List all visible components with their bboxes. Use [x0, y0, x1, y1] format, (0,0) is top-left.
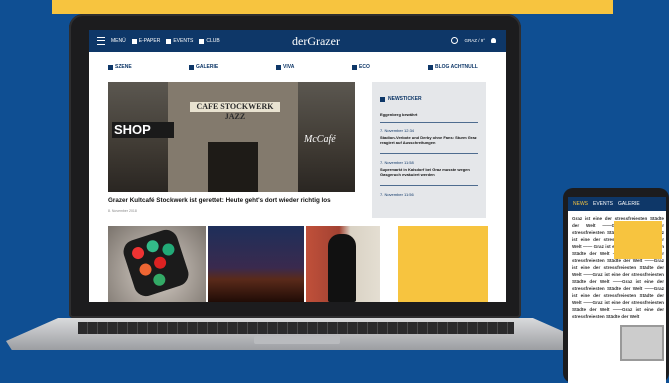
site-logo[interactable]: derGrazer	[292, 34, 340, 49]
ticker-item[interactable]: Eggenberg bewährt	[380, 110, 478, 117]
nav-club-label: CLUB	[206, 38, 220, 44]
square-icon	[352, 64, 357, 70]
ticker-time: 7. November 11:58	[380, 160, 414, 165]
category-blog[interactable]: BLOG ACHTNULL	[428, 64, 478, 70]
person-silhouette	[328, 234, 356, 302]
nav-epaper-label: E-PAPER	[138, 38, 161, 44]
doorway	[208, 142, 258, 192]
ad-placeholder	[398, 226, 488, 302]
phone-tab-news[interactable]: NEWS	[573, 201, 588, 207]
phone-ad-gray	[620, 325, 664, 361]
user-icon[interactable]	[491, 38, 496, 43]
nav-events-label: EVENTS	[173, 38, 194, 44]
hero-meta: 8. November 2018	[108, 209, 137, 213]
thumb-portrait[interactable]	[306, 226, 380, 302]
weather-readout: GRAZ / 9°	[464, 38, 485, 43]
nav-club[interactable]: CLUB	[199, 38, 220, 44]
laptop-trackpad	[254, 336, 340, 344]
app-icon	[151, 272, 167, 288]
hero-headline[interactable]: Grazer Kultcafé Stockwerk ist gerettet: …	[108, 197, 368, 204]
phone-ad-yellow	[614, 221, 662, 259]
category-szene[interactable]: SZENE	[108, 64, 132, 70]
category-galerie[interactable]: GALERIE	[189, 64, 218, 70]
phone-tab-galerie[interactable]: GALERIE	[618, 201, 640, 207]
category-label: SZENE	[115, 64, 132, 70]
category-label: GALERIE	[196, 64, 219, 70]
hero-image[interactable]: SHOP CAFE STOCKWERK JAZZ McCafé	[108, 82, 355, 192]
script-sign: McCafé	[304, 134, 336, 145]
phone-screen: NEWS EVENTS GALERIE Graz ist eine der st…	[568, 197, 666, 383]
laptop-screen: MENÜ E-PAPER EVENTS CLUB derGrazer GRAZ …	[89, 30, 506, 302]
smartwatch	[120, 226, 192, 300]
square-icon	[276, 64, 281, 70]
ticker-text: Supermarkt in Kalsdorf bei Graz musste w…	[380, 167, 470, 177]
app-icon	[145, 238, 161, 254]
top-banner	[52, 0, 613, 14]
cafe-sign: CAFE STOCKWERK JAZZ	[190, 102, 280, 121]
phone-nav: NEWS EVENTS GALERIE	[568, 197, 666, 211]
ticker-text: Stadion-Verbote und Derby ohne Fans: Stu…	[380, 135, 477, 145]
thumb-cemetery-candles[interactable]	[208, 226, 304, 302]
ticker-item[interactable]: 7. November 12:34 Stadion-Verbote und Der…	[380, 128, 478, 145]
hamburger-icon[interactable]	[97, 37, 105, 45]
ticker-time: 7. November 11:56	[380, 192, 414, 197]
category-label: VIVA	[283, 64, 295, 70]
laptop-keyboard	[78, 322, 514, 334]
ticker-time: 7. November 12:34	[380, 128, 415, 133]
app-icon	[137, 262, 154, 278]
app-icon	[160, 241, 176, 258]
ticker-item[interactable]: 7. November 11:58 Supermarkt in Kalsdorf …	[380, 160, 478, 177]
site-header: MENÜ E-PAPER EVENTS CLUB derGrazer GRAZ …	[89, 30, 506, 52]
newsticker-title-label: NEWSTICKER	[388, 96, 422, 102]
nav-epaper[interactable]: E-PAPER	[131, 38, 161, 44]
square-icon	[199, 38, 205, 44]
shop-sign: SHOP	[112, 122, 174, 138]
ticker-item[interactable]: 7. November 11:56	[380, 192, 478, 199]
square-icon	[380, 96, 385, 102]
square-icon	[189, 64, 194, 70]
divider	[380, 153, 478, 154]
category-label: BLOG ACHTNULL	[435, 64, 478, 70]
divider	[380, 185, 478, 186]
category-viva[interactable]: VIVA	[276, 64, 294, 70]
newsticker-title: NEWSTICKER	[380, 96, 422, 102]
nav-events[interactable]: EVENTS	[166, 38, 193, 44]
square-icon	[131, 38, 137, 44]
phone-tab-events[interactable]: EVENTS	[593, 201, 613, 207]
divider	[380, 122, 478, 123]
category-eco[interactable]: ECO	[352, 64, 370, 70]
search-icon[interactable]	[451, 37, 459, 44]
nav-menu-label: MENÜ	[111, 38, 126, 44]
ticker-text: Eggenberg bewährt	[380, 112, 418, 117]
square-icon	[108, 64, 113, 70]
square-icon	[166, 38, 172, 44]
app-icon	[152, 255, 168, 271]
newsticker: NEWSTICKER Eggenberg bewährt 7. November…	[372, 82, 486, 218]
app-icon	[130, 245, 146, 261]
category-label: ECO	[359, 64, 370, 70]
nav-menu[interactable]: MENÜ	[111, 38, 126, 44]
square-icon	[428, 64, 433, 70]
thumb-smartwatch[interactable]	[108, 226, 206, 302]
